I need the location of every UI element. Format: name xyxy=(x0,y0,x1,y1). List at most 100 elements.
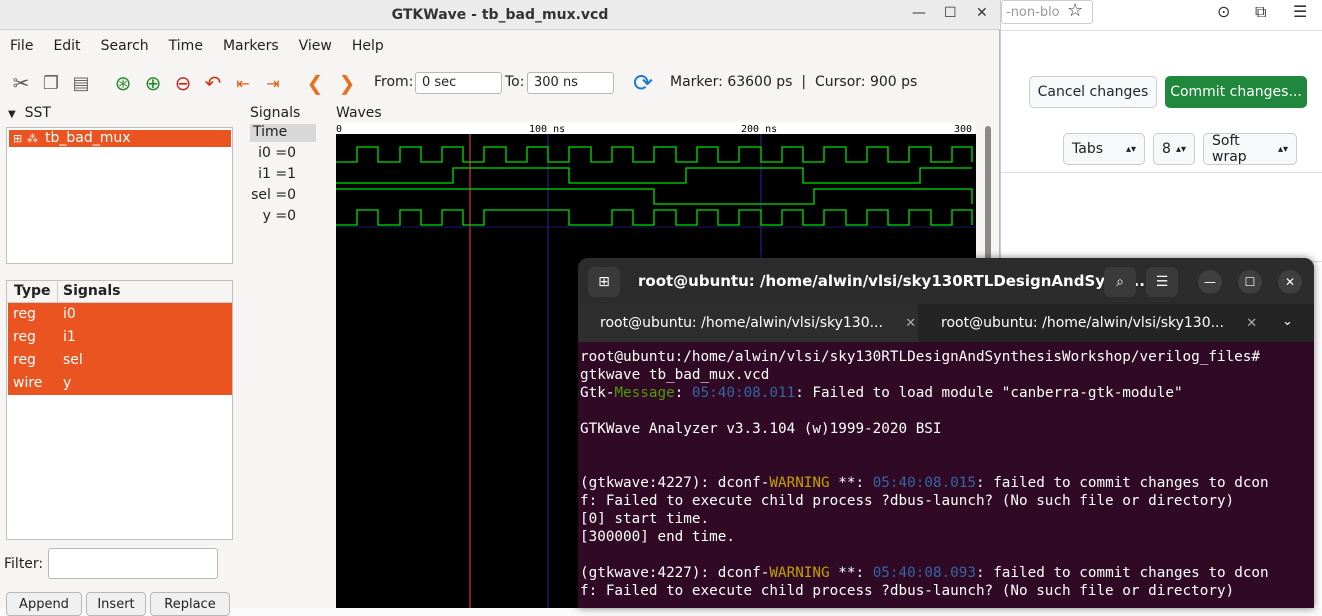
terminal-line: root@ubuntu:/home/alwin/vlsi/sky130RTLDe… xyxy=(580,349,1260,365)
pocket-icon[interactable]: ⊙ xyxy=(1217,2,1230,21)
terminal-output[interactable]: root@ubuntu:/home/alwin/vlsi/sky130RTLDe… xyxy=(580,348,1314,600)
copy-icon[interactable]: ❐ xyxy=(38,70,64,96)
indent-size-value: 8 xyxy=(1162,141,1171,157)
menu-markers[interactable]: Markers xyxy=(213,34,289,58)
zoom-fit-icon[interactable]: ⊛ xyxy=(110,70,136,96)
marker-cursor-readout: Marker: 63600 ps | Cursor: 900 ps xyxy=(670,74,918,90)
zoom-end-icon[interactable]: ⇥ xyxy=(260,70,286,96)
minimize-icon[interactable]: — xyxy=(912,5,926,21)
wrap-mode-value: Soft wrap xyxy=(1212,133,1247,165)
cut-icon[interactable]: ✂ xyxy=(8,70,34,96)
close-icon[interactable]: ✕ xyxy=(976,5,988,21)
tab-close-icon[interactable]: ✕ xyxy=(1246,316,1257,331)
terminal-line: (gtkwave:4227): dconf-WARNING **: 05:40:… xyxy=(580,475,1269,491)
terminal-line: [0] start time. xyxy=(580,511,710,527)
menu-help[interactable]: Help xyxy=(342,34,394,58)
terminal-line: (gtkwave:4227): dconf-WARNING **: 05:40:… xyxy=(580,565,1269,581)
insert-button[interactable]: Insert xyxy=(86,592,146,616)
minimize-icon[interactable]: — xyxy=(1198,270,1222,294)
terminal-line: GTKWave Analyzer v3.3.104 (w)1999-2020 B… xyxy=(580,421,942,437)
from-input[interactable]: 0 sec xyxy=(415,72,502,94)
header-signals[interactable]: Signals xyxy=(63,283,120,299)
header-type[interactable]: Type xyxy=(14,283,51,299)
window-title: GTKWave - tb_bad_mux.vcd xyxy=(391,7,609,23)
zoom-in-icon[interactable]: ⊕ xyxy=(140,70,166,96)
tab-label: root@ubuntu: /home/alwin/vlsi/sky130... xyxy=(941,315,1224,331)
scrollbar-thumb[interactable] xyxy=(985,126,991,266)
table-row[interactable]: wire y xyxy=(8,372,232,395)
cancel-changes-button[interactable]: Cancel changes xyxy=(1029,76,1157,108)
zoom-out-icon[interactable]: ⊖ xyxy=(170,70,196,96)
tick-200ns: 200 ns xyxy=(741,124,777,135)
append-button[interactable]: Append xyxy=(6,592,82,616)
timeline-bar xyxy=(336,122,976,134)
terminal-line: f: Failed to execute child process ?dbus… xyxy=(580,493,1235,509)
indent-size-select[interactable]: 8 ▴▾ xyxy=(1153,133,1195,165)
editor-area[interactable] xyxy=(1001,172,1322,262)
timestamp: 05:40:08.015 xyxy=(872,475,976,491)
menu-edit[interactable]: Edit xyxy=(43,34,90,58)
sst-tree[interactable]: ⊞ ⁂ tb_bad_mux xyxy=(6,127,233,264)
row-signal: i0 xyxy=(63,306,76,322)
warning-keyword: WARNING xyxy=(769,565,830,581)
page-left-icon[interactable]: ❮ xyxy=(302,70,328,96)
table-header: Type Signals xyxy=(7,281,232,303)
filter-label: Filter: xyxy=(4,556,44,572)
reload-icon[interactable]: ⟳ xyxy=(630,69,656,97)
table-row[interactable]: reg sel xyxy=(8,349,232,372)
bookmark-star-icon[interactable]: ☆ xyxy=(1067,0,1083,21)
new-tab-icon[interactable]: ⊞ xyxy=(588,267,620,297)
timestamp: 05:40:08.093 xyxy=(872,565,976,581)
message-keyword: Message xyxy=(614,385,675,401)
menu-file[interactable]: File xyxy=(0,34,43,58)
sst-expander[interactable]: ▼ SST xyxy=(8,105,51,121)
wave-i1 xyxy=(336,167,972,184)
menu-bar: File Edit Search Time Markers View Help xyxy=(0,34,394,58)
signals-type-table: Type Signals reg i0 reg i1 reg sel wire y xyxy=(6,280,233,540)
filter-input[interactable] xyxy=(48,548,218,579)
paste-icon[interactable]: ▤ xyxy=(68,70,94,96)
tab-list-chevron-icon[interactable]: ⌄ xyxy=(1282,314,1293,329)
to-input[interactable]: 300 ns xyxy=(527,72,614,94)
signal-y[interactable]: y =0 xyxy=(250,208,316,228)
extensions-icon[interactable]: ⧉ xyxy=(1255,2,1266,22)
wave-sel xyxy=(336,188,973,205)
signal-i1[interactable]: i1 =1 xyxy=(250,166,316,186)
to-label: To: xyxy=(505,74,525,90)
search-icon[interactable]: ⌕ xyxy=(1104,267,1136,297)
menu-search[interactable]: Search xyxy=(91,34,159,58)
select-arrows-icon: ▴▾ xyxy=(1175,143,1186,155)
terminal-tab-2[interactable]: root@ubuntu: /home/alwin/vlsi/sky130... … xyxy=(919,304,1259,342)
wrap-mode-select[interactable]: Soft wrap ▴▾ xyxy=(1203,133,1297,165)
zoom-start-icon[interactable]: ⇤ xyxy=(230,70,256,96)
table-row[interactable]: reg i0 xyxy=(8,303,232,326)
replace-button[interactable]: Replace xyxy=(150,592,230,616)
tab-close-icon[interactable]: ✕ xyxy=(905,316,916,331)
signal-i0[interactable]: i0 =0 xyxy=(250,145,316,165)
maximize-icon[interactable]: ☐ xyxy=(944,5,957,21)
terminal-tab-1[interactable]: root@ubuntu: /home/alwin/vlsi/sky130... … xyxy=(578,304,918,342)
sst-label: SST xyxy=(24,105,51,121)
menu-time[interactable]: Time xyxy=(159,34,213,58)
tree-item-tb-bad-mux[interactable]: ⊞ ⁂ tb_bad_mux xyxy=(9,130,231,147)
hamburger-menu-icon[interactable]: ☰ xyxy=(1146,267,1178,297)
indent-mode-select[interactable]: Tabs ▴▾ xyxy=(1063,133,1145,165)
tree-expand-icon[interactable]: ⊞ xyxy=(13,130,22,147)
page-right-icon[interactable]: ❯ xyxy=(334,70,360,96)
row-signal: i1 xyxy=(63,329,76,345)
menu-icon[interactable]: ☰ xyxy=(1293,2,1307,21)
undo-zoom-icon[interactable]: ↶ xyxy=(200,70,226,96)
terminal-tab-bar: root@ubuntu: /home/alwin/vlsi/sky130... … xyxy=(578,304,1314,342)
signal-sel[interactable]: sel =0 xyxy=(250,187,316,207)
select-arrows-icon: ▴▾ xyxy=(1277,143,1288,155)
commit-changes-button[interactable]: Commit changes... xyxy=(1165,76,1307,108)
maximize-icon[interactable]: ☐ xyxy=(1238,270,1262,294)
timestamp: 05:40:08.011 xyxy=(691,385,796,401)
menu-view[interactable]: View xyxy=(289,34,342,58)
terminal-title: root@ubuntu: /home/alwin/vlsi/sky130RTLD… xyxy=(638,272,1151,290)
close-icon[interactable]: ✕ xyxy=(1278,270,1302,294)
tick-300: 300 xyxy=(954,124,972,135)
warning-keyword: WARNING xyxy=(769,475,830,491)
table-row[interactable]: reg i1 xyxy=(8,326,232,349)
